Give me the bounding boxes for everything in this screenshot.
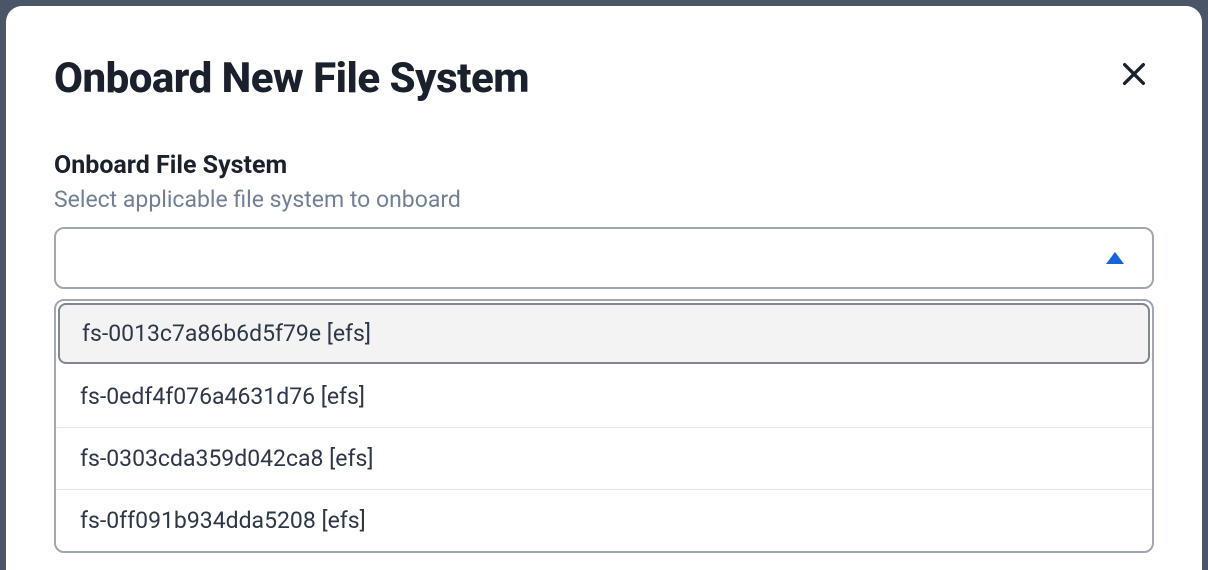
close-icon xyxy=(1118,58,1150,90)
dropdown-option[interactable]: fs-0303cda359d042ca8 [efs] xyxy=(56,428,1152,490)
dropdown-option[interactable]: fs-0013c7a86b6d5f79e [efs] xyxy=(58,303,1150,364)
onboard-modal: Onboard New File System Onboard File Sys… xyxy=(6,6,1202,570)
modal-header: Onboard New File System xyxy=(54,54,1154,103)
dropdown-option[interactable]: fs-0ff091b934dda5208 [efs] xyxy=(56,490,1152,551)
field-description: Select applicable file system to onboard xyxy=(54,186,1154,213)
close-button[interactable] xyxy=(1114,54,1154,94)
field-label: Onboard File System xyxy=(54,151,1154,180)
caret-up-icon xyxy=(1106,252,1124,264)
dropdown-option[interactable]: fs-0edf4f076a4631d76 [efs] xyxy=(56,366,1152,428)
file-system-dropdown: fs-0013c7a86b6d5f79e [efs] fs-0edf4f076a… xyxy=(54,299,1154,553)
modal-title: Onboard New File System xyxy=(54,54,529,103)
file-system-field: Onboard File System Select applicable fi… xyxy=(54,151,1154,553)
file-system-select[interactable] xyxy=(54,227,1154,289)
